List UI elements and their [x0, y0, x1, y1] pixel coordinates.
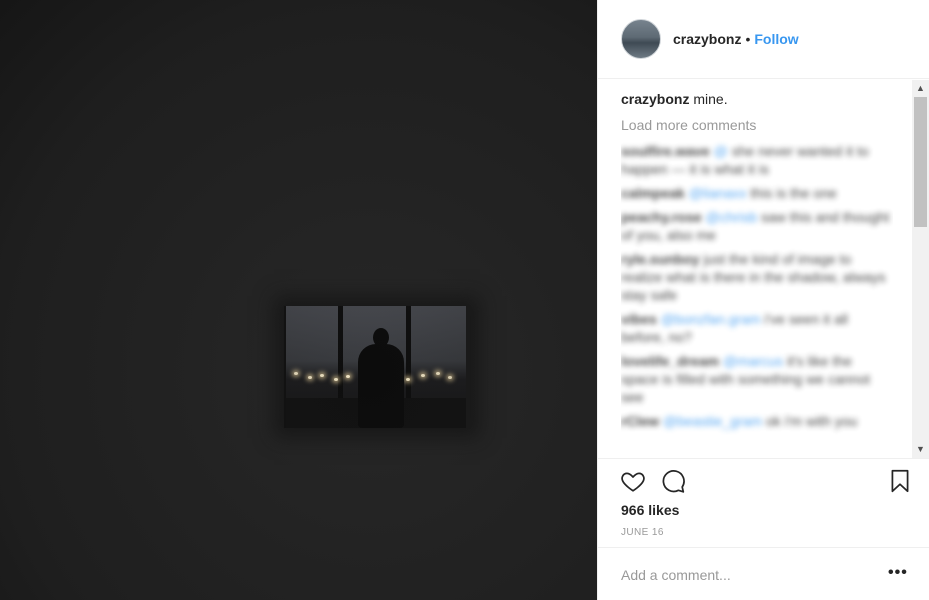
- post-photo[interactable]: [0, 0, 597, 600]
- list-item: peachy.rose @chrisb saw this and thought…: [621, 208, 893, 244]
- list-item: soulfire.wave @ she never wanted it to h…: [621, 142, 893, 178]
- post-side-panel: crazybonz • Follow crazybonz mine. Load …: [597, 0, 929, 600]
- caption-username[interactable]: crazybonz: [621, 91, 689, 107]
- comment-username[interactable]: peachy.rose: [621, 209, 702, 225]
- list-item: vibes @bonzfan.gram i've seen it all bef…: [621, 310, 893, 346]
- scroll-down-arrow[interactable]: ▼: [912, 441, 929, 458]
- comment-mention[interactable]: @: [710, 143, 728, 159]
- author-username[interactable]: crazybonz: [673, 31, 741, 47]
- like-count[interactable]: 966 likes: [621, 502, 679, 518]
- add-comment-bar: •••: [598, 547, 929, 600]
- comment-username[interactable]: lovelife_dream: [621, 353, 719, 369]
- comment-username[interactable]: rClew: [621, 413, 659, 429]
- comment-mention[interactable]: @chrisb: [702, 209, 758, 225]
- avatar[interactable]: [621, 19, 661, 59]
- follow-button[interactable]: Follow: [754, 31, 798, 47]
- photo-vignette: [0, 0, 597, 600]
- list-item: lovelife_dream @marcus it's like the spa…: [621, 352, 893, 406]
- comment-text: ok i'm with you: [762, 413, 858, 429]
- comments-list: crazybonz mine. Load more comments soulf…: [621, 90, 893, 460]
- comments-scrollbar[interactable]: ▲ ▼: [912, 80, 929, 458]
- header-separator: •: [745, 31, 751, 47]
- comment-mention[interactable]: @lianaxx: [685, 185, 747, 201]
- scroll-up-arrow[interactable]: ▲: [912, 80, 929, 97]
- comment-mention[interactable]: @marcus: [719, 353, 783, 369]
- scrollbar-thumb[interactable]: [914, 97, 927, 227]
- comment-mention[interactable]: @bonzfan.gram: [657, 311, 761, 327]
- list-item: rClew @beastie_gram ok i'm with you: [621, 412, 893, 430]
- caption-text: mine.: [689, 91, 728, 107]
- blurred-comments: soulfire.wave @ she never wanted it to h…: [621, 142, 893, 430]
- comment-mention[interactable]: @beastie_gram: [659, 413, 762, 429]
- post-caption: crazybonz mine.: [621, 90, 893, 108]
- comment-input[interactable]: [621, 565, 861, 585]
- more-options-icon[interactable]: •••: [888, 564, 908, 582]
- post-actions: 966 likes JUNE 16: [598, 458, 929, 548]
- heart-icon[interactable]: [620, 468, 646, 494]
- load-more-comments-button[interactable]: Load more comments: [621, 116, 893, 134]
- list-item: ryle.sunboy just the kind of image to re…: [621, 250, 893, 304]
- list-item: calmpeak @lianaxx this is the one: [621, 184, 893, 202]
- comment-text: this is the one: [746, 185, 837, 201]
- comment-username[interactable]: ryle.sunboy: [621, 251, 700, 267]
- bookmark-icon[interactable]: [887, 468, 913, 494]
- comment-username[interactable]: vibes: [621, 311, 657, 327]
- speech-bubble-icon[interactable]: [660, 468, 686, 494]
- comment-username[interactable]: calmpeak: [621, 185, 685, 201]
- post-date: JUNE 16: [621, 527, 664, 538]
- post-header: crazybonz • Follow: [598, 0, 929, 79]
- comment-username[interactable]: soulfire.wave: [621, 143, 710, 159]
